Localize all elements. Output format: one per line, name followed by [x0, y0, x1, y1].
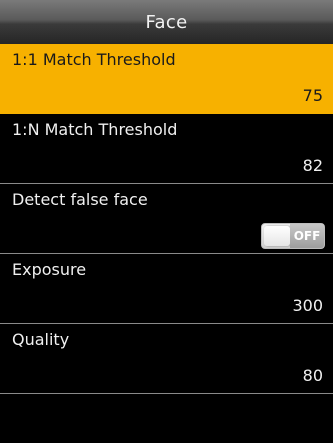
- title-bar: Face: [0, 0, 333, 44]
- setting-value: 80: [302, 366, 323, 385]
- toggle-knob: [264, 226, 290, 246]
- detect-false-face-toggle[interactable]: OFF: [261, 223, 325, 249]
- setting-label: Detect false face: [12, 190, 148, 209]
- setting-value: 300: [292, 296, 323, 315]
- setting-label: Quality: [12, 330, 70, 349]
- setting-exposure[interactable]: Exposure 300: [0, 254, 333, 324]
- setting-label: 1:N Match Threshold: [12, 120, 178, 139]
- page-title: Face: [145, 11, 188, 33]
- setting-value: 75: [302, 86, 323, 105]
- setting-detect-false-face[interactable]: Detect false face OFF: [0, 184, 333, 254]
- setting-value: 82: [302, 156, 323, 175]
- setting-1-1-match-threshold[interactable]: 1:1 Match Threshold 75: [0, 44, 333, 114]
- setting-1-n-match-threshold[interactable]: 1:N Match Threshold 82: [0, 114, 333, 184]
- settings-list: 1:1 Match Threshold 75 1:N Match Thresho…: [0, 44, 333, 394]
- device-screen: Face 1:1 Match Threshold 75 1:N Match Th…: [0, 0, 333, 443]
- toggle-state-label: OFF: [290, 224, 324, 248]
- setting-quality[interactable]: Quality 80: [0, 324, 333, 394]
- setting-label: Exposure: [12, 260, 87, 279]
- setting-label: 1:1 Match Threshold: [12, 50, 176, 69]
